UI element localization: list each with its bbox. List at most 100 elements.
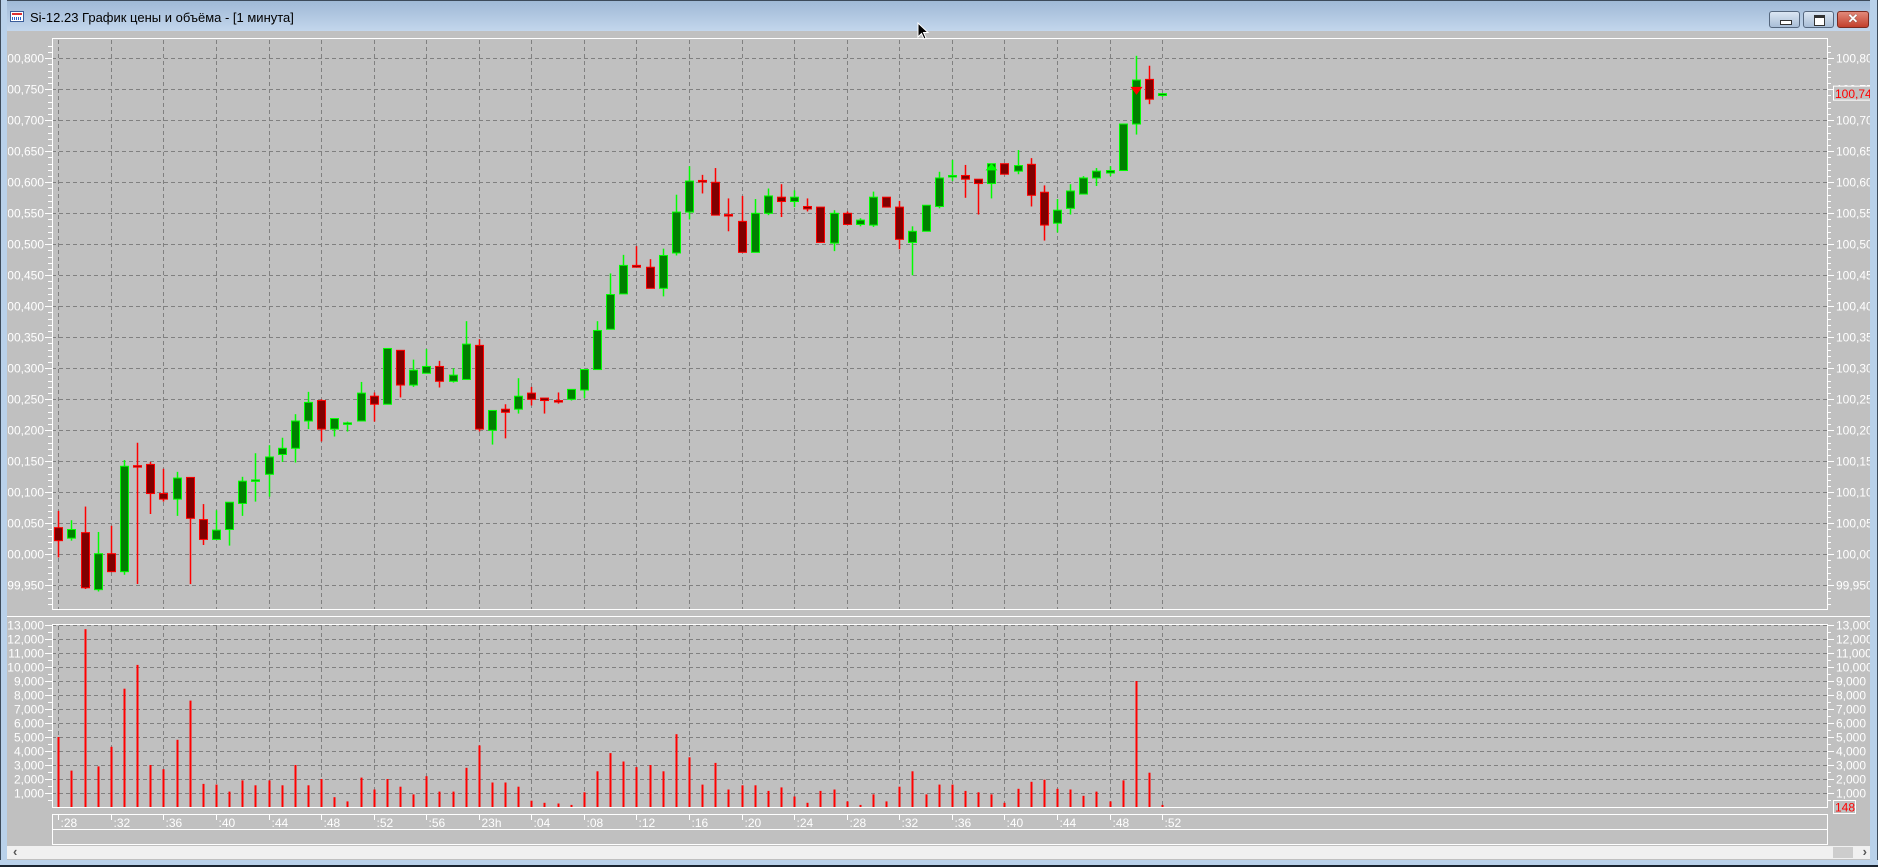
candle-up bbox=[790, 190, 799, 208]
volume-bar bbox=[346, 801, 349, 807]
candle-up bbox=[1106, 166, 1115, 177]
right-price-label: 100,800 bbox=[1836, 52, 1878, 66]
candle-body bbox=[159, 493, 168, 500]
candle-up bbox=[251, 453, 260, 502]
candle-up bbox=[1053, 199, 1062, 233]
candle-body bbox=[146, 463, 155, 495]
time-label: 23h bbox=[482, 816, 502, 830]
candle-body bbox=[265, 456, 274, 475]
candle-up bbox=[935, 171, 944, 209]
candle-body bbox=[672, 211, 681, 254]
right-price-label: 100,450 bbox=[1836, 269, 1878, 283]
volume-panel-frame bbox=[52, 624, 1828, 808]
volume-bar bbox=[793, 796, 796, 807]
volume-bar bbox=[215, 784, 218, 807]
candle-body bbox=[133, 465, 142, 468]
time-label: :24 bbox=[797, 816, 814, 830]
candle-up bbox=[1079, 176, 1088, 195]
volume-bar bbox=[675, 734, 678, 807]
time-label: :52 bbox=[1165, 816, 1182, 830]
candle-body bbox=[540, 397, 549, 402]
left-volume-label: 8,000 bbox=[14, 689, 44, 703]
volume-bar bbox=[819, 790, 822, 807]
candle-up bbox=[422, 349, 431, 374]
candle-body bbox=[475, 344, 484, 430]
volume-bar bbox=[1109, 801, 1112, 807]
left-volume-label: 5,000 bbox=[14, 731, 44, 745]
candle-up bbox=[449, 368, 458, 383]
candle-body bbox=[1106, 170, 1115, 174]
candle-body bbox=[777, 196, 786, 203]
candle-up bbox=[265, 445, 274, 497]
time-label: :20 bbox=[745, 816, 762, 830]
candle-body bbox=[383, 347, 392, 405]
candle-down bbox=[475, 339, 484, 432]
left-price-label: 100,700 bbox=[1, 114, 45, 128]
candle-body bbox=[1000, 163, 1009, 175]
candle-body bbox=[527, 392, 536, 400]
left-volume-label: 11,000 bbox=[8, 647, 44, 661]
left-volume-label: 6,000 bbox=[14, 717, 44, 731]
candle-down bbox=[895, 200, 904, 250]
candle-up bbox=[462, 321, 471, 380]
left-price-label: 100,300 bbox=[1, 362, 45, 376]
volume-bar bbox=[162, 769, 165, 807]
candle-body bbox=[948, 174, 957, 178]
candle-up bbox=[225, 501, 234, 546]
candle-down bbox=[540, 397, 549, 414]
candle-body bbox=[54, 527, 63, 542]
candle-body bbox=[1027, 163, 1036, 196]
candle-body bbox=[869, 196, 878, 226]
horizontal-scrollbar[interactable]: ‹ › bbox=[7, 844, 1870, 859]
candle-up bbox=[357, 381, 366, 422]
volume-bar bbox=[70, 770, 73, 807]
candle-body bbox=[435, 365, 444, 382]
volume-bar bbox=[885, 801, 888, 807]
volume-bar bbox=[123, 688, 126, 807]
candle-body bbox=[186, 476, 195, 519]
left-volume-label: 10,000 bbox=[7, 661, 44, 675]
volume-bar bbox=[570, 804, 573, 807]
right-volume-label: 13,000 bbox=[1836, 619, 1873, 633]
price-volume-chart[interactable]: 99,950 100,000 100,050 100,100 100,150 100,20… bbox=[0, 0, 1878, 867]
time-label: :56 bbox=[429, 816, 446, 830]
scrollbar-thumb[interactable] bbox=[1833, 847, 1853, 858]
right-volume-label: 2,000 bbox=[1836, 773, 1866, 787]
candle-down bbox=[396, 349, 405, 398]
volume-bar bbox=[1095, 791, 1098, 807]
candle-body bbox=[1092, 170, 1101, 179]
candle-body bbox=[790, 196, 799, 203]
right-volume-label: 6,000 bbox=[1836, 717, 1866, 731]
candle-body bbox=[895, 206, 904, 240]
candle-down bbox=[159, 468, 168, 502]
left-volume-label: 2,000 bbox=[14, 773, 44, 787]
candle-down bbox=[54, 510, 63, 558]
candle-up bbox=[948, 159, 957, 182]
scroll-right-arrow-icon[interactable]: › bbox=[1863, 844, 1867, 859]
volume-bar bbox=[1122, 780, 1125, 807]
volume-bar bbox=[504, 782, 507, 807]
candle-down bbox=[501, 404, 510, 439]
left-price-axis: 99,950 100,000 100,050 100,100 100,150 100,20… bbox=[1, 46, 52, 801]
volume-bar bbox=[990, 794, 993, 807]
volume-bar bbox=[1003, 802, 1006, 807]
candle-down bbox=[961, 164, 970, 198]
volume-bar bbox=[1056, 788, 1059, 807]
candle-body bbox=[1040, 191, 1049, 226]
volume-bar bbox=[701, 784, 704, 807]
candle-up bbox=[685, 166, 694, 220]
candle-body bbox=[685, 180, 694, 213]
time-label: :16 bbox=[692, 816, 709, 830]
right-price-label: 100,200 bbox=[1836, 424, 1878, 438]
trade-markers bbox=[985, 86, 1143, 171]
right-price-label: 100,350 bbox=[1836, 331, 1878, 345]
candle-down bbox=[843, 211, 852, 226]
candle-body bbox=[1014, 165, 1023, 172]
volume-bar bbox=[465, 767, 468, 807]
volume-bar bbox=[622, 761, 625, 807]
right-price-label: 100,050 bbox=[1836, 517, 1878, 531]
scroll-left-arrow-icon[interactable]: ‹ bbox=[13, 844, 17, 859]
candle-body bbox=[619, 264, 628, 295]
volume-bar bbox=[767, 790, 770, 807]
time-label: :04 bbox=[534, 816, 551, 830]
